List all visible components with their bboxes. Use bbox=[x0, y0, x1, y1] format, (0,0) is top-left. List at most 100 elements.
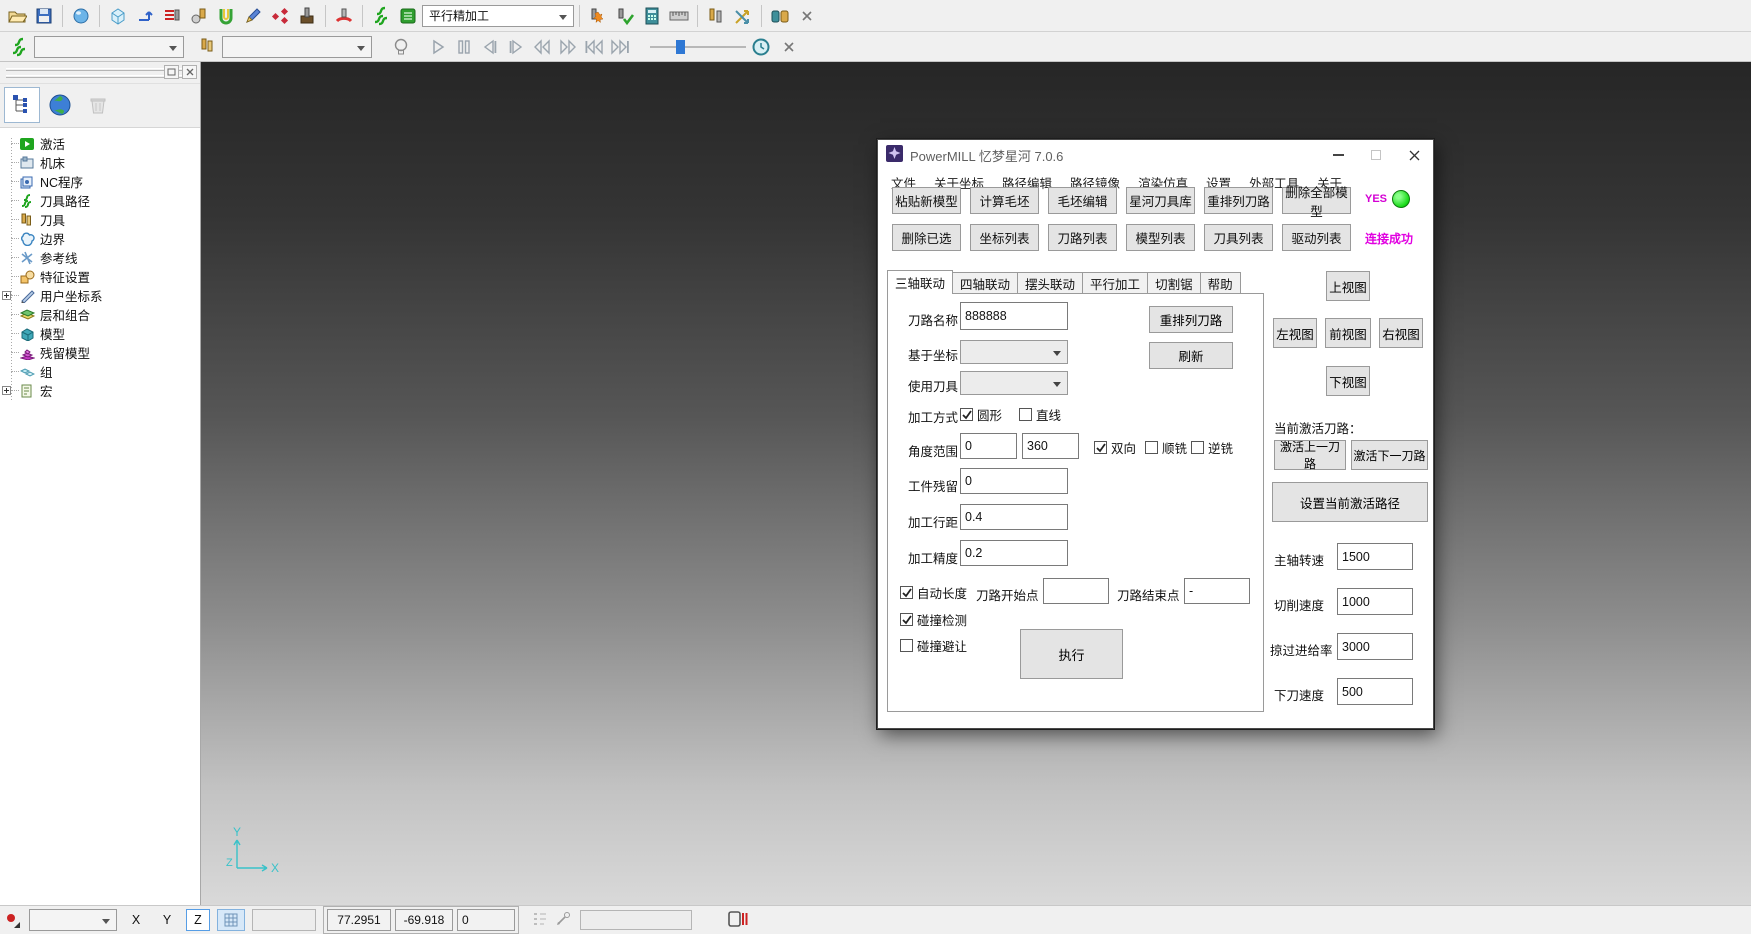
tree-item-nc-programs[interactable]: NC程序 bbox=[0, 172, 200, 191]
tree-item-boundaries[interactable]: 边界 bbox=[0, 229, 200, 248]
coord-list-button[interactable]: 坐标列表 bbox=[970, 224, 1039, 251]
ruler-icon[interactable] bbox=[666, 3, 692, 29]
angle-min-input[interactable] bbox=[960, 433, 1017, 459]
xyz-readout-icon[interactable] bbox=[532, 911, 548, 930]
tree-item-machine[interactable]: 机床 bbox=[0, 153, 200, 172]
delete-all-models-button[interactable]: 删除全部模型 bbox=[1282, 187, 1351, 214]
tree-item-macros[interactable]: 宏 bbox=[0, 381, 200, 400]
axis-y-button[interactable]: Y bbox=[155, 909, 179, 931]
probe-icon[interactable] bbox=[555, 911, 573, 930]
rapid-move-icon[interactable] bbox=[132, 3, 158, 29]
open-project-icon[interactable] bbox=[4, 3, 30, 29]
set-active-path-button[interactable]: 设置当前激活路径 bbox=[1272, 482, 1428, 522]
tree-item-groups[interactable]: 组 bbox=[0, 362, 200, 381]
view-left-button[interactable]: 左视图 bbox=[1273, 318, 1317, 348]
climb-mill-checkbox[interactable]: 顺铣 bbox=[1145, 438, 1187, 457]
toolpath-start-input[interactable] bbox=[1043, 578, 1109, 604]
toolbar-close-icon[interactable] bbox=[794, 3, 820, 29]
step-back-icon[interactable] bbox=[478, 35, 502, 59]
tab-recycle-bin[interactable] bbox=[80, 87, 116, 123]
tree-item-activate[interactable]: 激活 bbox=[0, 134, 200, 153]
record-icon[interactable] bbox=[6, 912, 22, 928]
sim-speed-slider[interactable] bbox=[650, 38, 746, 56]
tab-explorer-tree[interactable] bbox=[4, 87, 40, 123]
tree-item-feature-sets[interactable]: 特征设置 bbox=[0, 267, 200, 286]
model-list-button[interactable]: 模型列表 bbox=[1126, 224, 1195, 251]
dialog-titlebar[interactable]: PowerMILL 忆梦星河 7.0.6 bbox=[878, 140, 1433, 170]
pattern-pencil-icon[interactable] bbox=[240, 3, 266, 29]
tab-world-view[interactable] bbox=[42, 87, 78, 123]
plunge-feed-input[interactable] bbox=[1337, 678, 1413, 705]
refresh-button[interactable]: 刷新 bbox=[1149, 342, 1233, 369]
save-project-icon[interactable] bbox=[31, 3, 57, 29]
paste-new-model-button[interactable]: 粘贴新模型 bbox=[892, 187, 961, 214]
tab-head-tilt[interactable]: 摆头联动 bbox=[1018, 272, 1083, 294]
swap-arrows-icon[interactable] bbox=[730, 3, 756, 29]
tab-saw[interactable]: 切割锯 bbox=[1148, 272, 1201, 294]
toolpath-icon[interactable] bbox=[368, 3, 394, 29]
grid-toggle-button[interactable] bbox=[217, 909, 245, 931]
based-coord-combobox[interactable] bbox=[960, 340, 1068, 364]
expand-icon[interactable] bbox=[2, 386, 11, 395]
tab-parallel[interactable]: 平行加工 bbox=[1083, 272, 1148, 294]
activate-next-toolpath-button[interactable]: 激活下一刀路 bbox=[1351, 440, 1428, 470]
points-icon[interactable] bbox=[267, 3, 293, 29]
search-back-icon[interactable] bbox=[530, 35, 554, 59]
feed-rate-icon[interactable] bbox=[159, 3, 185, 29]
boundary-u-icon[interactable] bbox=[213, 3, 239, 29]
tree-item-tools[interactable]: 刀具 bbox=[0, 210, 200, 229]
toolpath-list-button[interactable]: 刀路列表 bbox=[1048, 224, 1117, 251]
tab-help[interactable]: 帮助 bbox=[1201, 272, 1241, 294]
block-edit-button[interactable]: 毛坯编辑 bbox=[1048, 187, 1117, 214]
calc-block-button[interactable]: 计算毛坯 bbox=[970, 187, 1039, 214]
minimize-icon[interactable] bbox=[1319, 140, 1357, 170]
toolpath-verify-check-icon[interactable] bbox=[612, 3, 638, 29]
calculator-icon[interactable] bbox=[639, 3, 665, 29]
skim-feed-input[interactable] bbox=[1337, 633, 1413, 660]
expand-icon[interactable] bbox=[2, 291, 11, 300]
collision-cylinders-icon[interactable] bbox=[767, 3, 793, 29]
toolpath-icon[interactable] bbox=[6, 34, 32, 60]
go-end-icon[interactable] bbox=[608, 35, 632, 59]
toolpath-name-input[interactable] bbox=[960, 302, 1068, 330]
stock-remain-input[interactable] bbox=[960, 468, 1068, 494]
cutting-feed-input[interactable] bbox=[1337, 588, 1413, 615]
view-top-button[interactable]: 上视图 bbox=[1326, 271, 1370, 301]
conventional-mill-checkbox[interactable]: 逆铣 bbox=[1191, 438, 1233, 457]
toolpath-end-input[interactable] bbox=[1184, 578, 1250, 604]
angle-max-input[interactable] bbox=[1022, 433, 1079, 459]
panel-close-icon[interactable] bbox=[182, 65, 197, 79]
line-checkbox[interactable]: 直线 bbox=[1019, 405, 1061, 424]
view-right-button[interactable]: 右视图 bbox=[1379, 318, 1423, 348]
maximize-icon[interactable] bbox=[1357, 140, 1395, 170]
activate-prev-toolpath-button[interactable]: 激活上一刀路 bbox=[1274, 440, 1346, 470]
tree-item-stock-models[interactable]: 残留模型 bbox=[0, 343, 200, 362]
toolbar-close-icon[interactable] bbox=[776, 34, 802, 60]
tolerance-input[interactable] bbox=[960, 540, 1068, 566]
view-bottom-button[interactable]: 下视图 bbox=[1326, 366, 1370, 396]
rearrange-toolpaths-button[interactable]: 重排列刀路 bbox=[1204, 187, 1273, 214]
bidirectional-checkbox[interactable]: 双向 bbox=[1094, 438, 1136, 457]
panel-float-icon[interactable] bbox=[164, 65, 179, 79]
block-icon[interactable] bbox=[105, 3, 131, 29]
block-toggle-icon[interactable] bbox=[727, 910, 749, 931]
drive-list-button[interactable]: 驱动列表 bbox=[1282, 224, 1351, 251]
tool-icon[interactable] bbox=[194, 34, 220, 60]
stepover-input[interactable] bbox=[960, 504, 1068, 530]
use-tool-combobox[interactable] bbox=[960, 371, 1068, 395]
tree-item-toolpaths[interactable]: 刀具路径 bbox=[0, 191, 200, 210]
tool-list-button[interactable]: 刀具列表 bbox=[1204, 224, 1273, 251]
execute-button[interactable]: 执行 bbox=[1020, 629, 1123, 679]
tab-3axis[interactable]: 三轴联动 bbox=[887, 270, 953, 294]
status-combobox[interactable] bbox=[29, 909, 117, 931]
tree-item-models[interactable]: 模型 bbox=[0, 324, 200, 343]
collision-avoid-checkbox[interactable]: 碰撞避让 bbox=[900, 636, 967, 655]
plunge-mill-icon[interactable] bbox=[331, 3, 357, 29]
tool-block-icon[interactable] bbox=[294, 3, 320, 29]
close-icon[interactable] bbox=[1395, 140, 1433, 170]
toolpath-verify-burst-icon[interactable] bbox=[585, 3, 611, 29]
delete-selected-button[interactable]: 删除已选 bbox=[892, 224, 961, 251]
two-tools-icon[interactable] bbox=[703, 3, 729, 29]
step-forward-icon[interactable] bbox=[504, 35, 528, 59]
collision-check-checkbox[interactable]: 碰撞检测 bbox=[900, 610, 967, 629]
